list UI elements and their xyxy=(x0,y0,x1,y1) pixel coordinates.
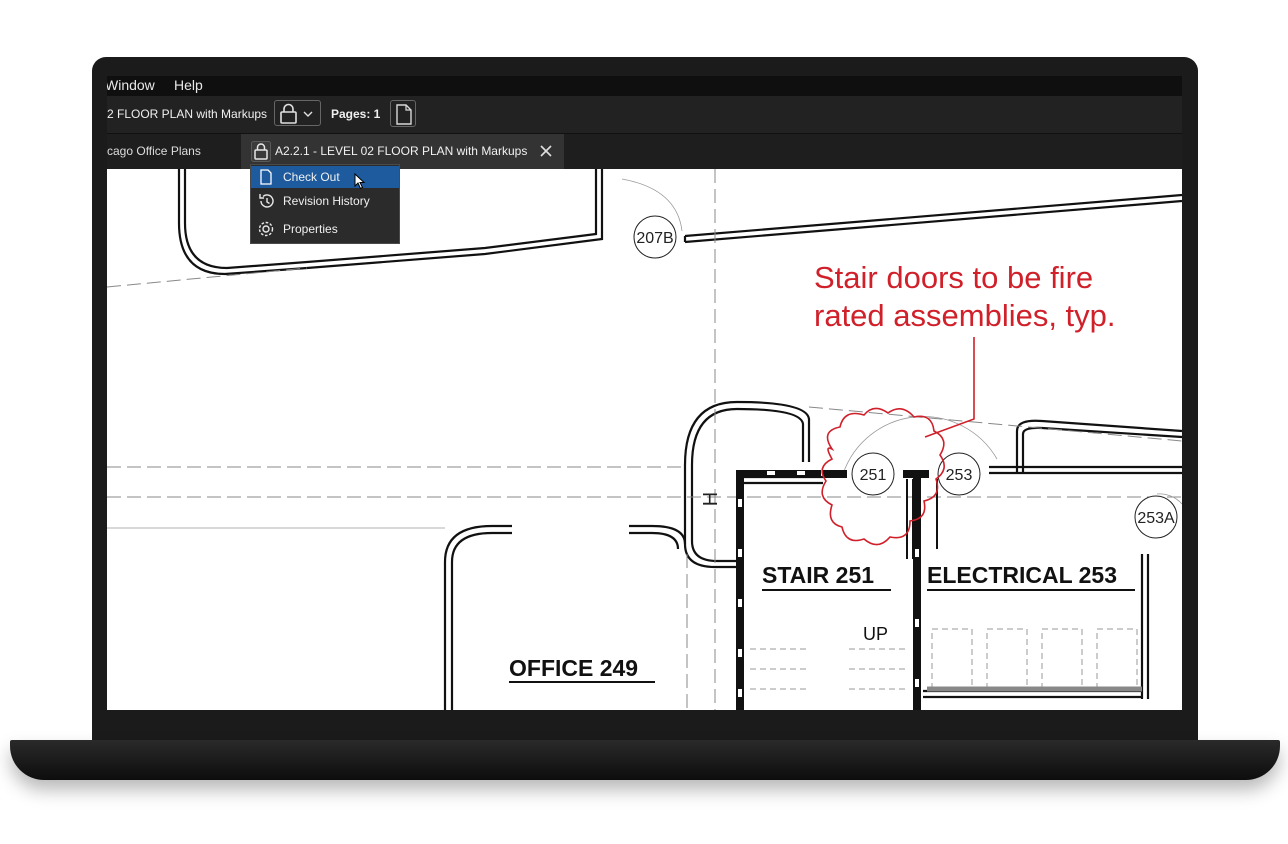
context-menu: Check Out Revision History Properties xyxy=(250,164,400,244)
door-tag-label: 253 xyxy=(946,467,973,484)
electrical-panel xyxy=(1096,628,1138,690)
page-thumbnail-button[interactable] xyxy=(390,100,416,127)
lock-icon[interactable] xyxy=(251,141,271,162)
menu-help[interactable]: Help xyxy=(174,77,203,93)
door-leaf xyxy=(906,479,938,559)
wall-break xyxy=(738,499,742,507)
stair-enclosure-wall xyxy=(913,470,921,710)
electrical-panel xyxy=(931,628,973,690)
stair-tread xyxy=(849,648,907,690)
electrical-panel xyxy=(1041,628,1083,690)
rail-symbol: H xyxy=(700,492,722,506)
mouse-cursor-icon xyxy=(354,173,366,190)
markup-leader xyxy=(924,337,975,438)
door-tag-label: 251 xyxy=(860,467,887,484)
wall-break xyxy=(915,619,919,627)
wall-break xyxy=(915,679,919,687)
markup-text-line-2: rated assemblies, typ. xyxy=(814,298,1116,333)
room-label-office: OFFICE 249 xyxy=(509,655,638,681)
electrical-panel xyxy=(986,628,1028,690)
menu-item-properties[interactable]: Properties xyxy=(251,218,399,240)
menu-item-check-out[interactable]: Check Out xyxy=(251,166,399,188)
room-label-stair: STAIR 251 xyxy=(762,562,874,588)
menubar: Window Help xyxy=(107,76,1182,96)
document-title: 2 FLOOR PLAN with Markups xyxy=(107,107,268,121)
door-tag-label: 207B xyxy=(636,230,673,247)
door-tag-label: 253A xyxy=(1137,510,1175,527)
menu-item-revision-history[interactable]: Revision History xyxy=(251,190,399,212)
office-wall xyxy=(629,524,687,550)
stair-tread xyxy=(750,648,807,690)
page-icon xyxy=(396,104,412,125)
office-wall xyxy=(443,524,512,710)
toolbar: 2 FLOOR PLAN with Markups Pages: 1 xyxy=(107,96,1182,134)
wall-break xyxy=(738,649,742,657)
menu-item-label: Check Out xyxy=(283,170,340,184)
floor-plan-drawing: 207B 251 253 253A H STAIR 251 ELECTRICAL… xyxy=(107,169,1182,710)
close-icon[interactable] xyxy=(538,143,554,159)
menu-item-label: Properties xyxy=(283,222,338,236)
upper-wall xyxy=(683,193,1182,244)
wall-break xyxy=(738,549,742,557)
wall-break xyxy=(767,471,775,475)
lock-dropdown-button[interactable] xyxy=(274,100,321,126)
pages-count: Pages: 1 xyxy=(331,107,381,121)
tab-label: A2.2.1 - LEVEL 02 FLOOR PLAN with Markup… xyxy=(275,144,528,158)
lock-icon xyxy=(280,103,313,124)
document-icon xyxy=(260,169,272,185)
stair-core-wall xyxy=(683,474,737,569)
laptop-base xyxy=(10,740,1280,780)
screen: Window Help 2 FLOOR PLAN with Markups Pa… xyxy=(107,76,1182,710)
stair-core-wall xyxy=(683,400,811,474)
menu-window[interactable]: Window xyxy=(107,77,155,93)
wall-break xyxy=(738,689,742,697)
menu-item-label: Revision History xyxy=(283,194,370,208)
stair-up-label: UP xyxy=(863,624,888,644)
tab-project[interactable]: cago Office Plans xyxy=(107,144,201,158)
dashed-line xyxy=(808,406,1182,442)
floor-plan-canvas[interactable]: 207B 251 253 253A H STAIR 251 ELECTRICAL… xyxy=(107,169,1182,710)
wall-break xyxy=(915,549,919,557)
wall-break xyxy=(797,471,805,475)
room-label-electrical: ELECTRICAL 253 xyxy=(927,562,1117,588)
stair-inner-wall xyxy=(743,475,823,485)
gear-icon xyxy=(258,221,274,237)
stair-enclosure-wall xyxy=(736,470,821,477)
wall-break xyxy=(738,599,742,607)
history-icon xyxy=(259,194,274,208)
markup-text-line-1: Stair doors to be fire xyxy=(814,260,1093,295)
